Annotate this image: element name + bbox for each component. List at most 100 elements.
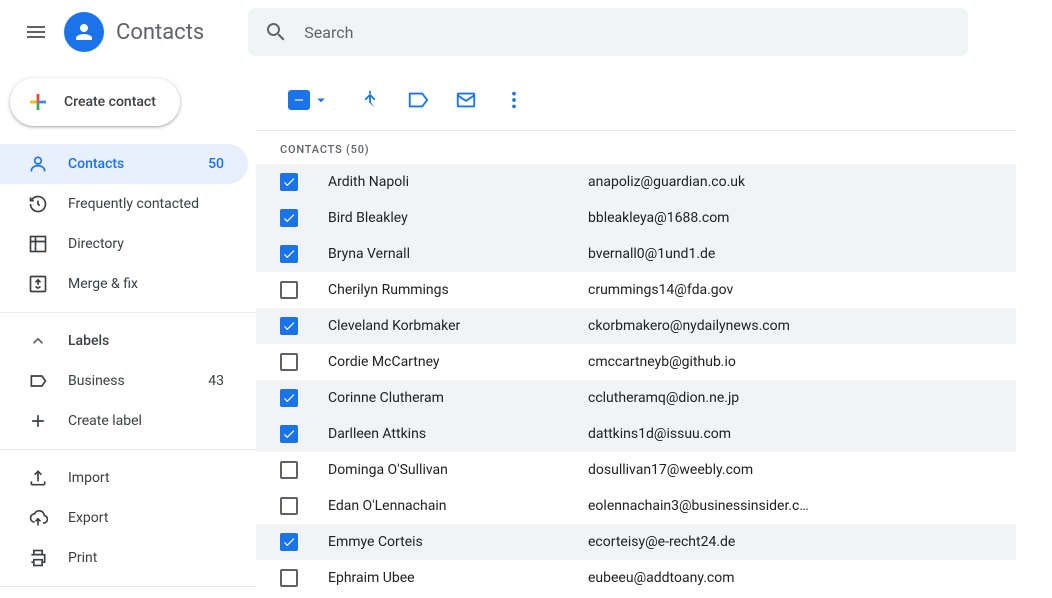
merge-button[interactable]: [350, 80, 390, 120]
contact-name: Bird Bleakley: [328, 210, 588, 226]
person-icon: [72, 20, 96, 44]
sidebar-action-import[interactable]: Import: [0, 458, 248, 498]
contact-checkbox[interactable]: [280, 245, 298, 263]
sidebar-nav-directory[interactable]: Directory: [0, 224, 248, 264]
email-button[interactable]: [446, 80, 486, 120]
contact-row[interactable]: Emmye Corteisecorteisy@e-recht24.de: [256, 524, 1016, 560]
contact-email: anapoliz@guardian.co.uk: [588, 174, 1016, 190]
contact-checkbox[interactable]: [280, 389, 298, 407]
divider: [0, 312, 256, 313]
contact-checkbox[interactable]: [280, 173, 298, 191]
selection-dropdown[interactable]: [288, 90, 330, 110]
contact-row[interactable]: Bird Bleakleybbleakleya@1688.com: [256, 200, 1016, 236]
hamburger-icon: [24, 20, 48, 44]
directory-icon: [26, 234, 50, 254]
export-icon: [26, 508, 50, 528]
plus-icon: [26, 411, 50, 431]
dropdown-arrow-icon: [312, 91, 330, 109]
contact-name: Bryna Vernall: [328, 246, 588, 262]
contact-row[interactable]: Cleveland Korbmakerckorbmakero@nydailyne…: [256, 308, 1016, 344]
contact-email: ecorteisy@e-recht24.de: [588, 534, 1016, 550]
contact-name: Cherilyn Rummings: [328, 282, 588, 298]
sidebar-nav-merge-fix[interactable]: Merge & fix: [0, 264, 248, 304]
label-icon: [26, 371, 50, 391]
contact-row[interactable]: Ephraim Ubeeeubeeu@addtoany.com: [256, 560, 1016, 596]
contact-email: eolennachain3@businessinsider.c…: [588, 498, 1016, 514]
contact-checkbox[interactable]: [280, 281, 298, 299]
contact-checkbox[interactable]: [280, 533, 298, 551]
more-button[interactable]: [494, 80, 534, 120]
contact-name: Darlleen Attkins: [328, 426, 588, 442]
contact-email: bbleakleya@1688.com: [588, 210, 1016, 226]
contact-name: Dominga O'Sullivan: [328, 462, 588, 478]
sidebar-nav-contacts[interactable]: Contacts50: [0, 144, 248, 184]
contact-name: Corinne Clutheram: [328, 390, 588, 406]
contact-checkbox[interactable]: [280, 497, 298, 515]
contact-name: Ephraim Ubee: [328, 570, 588, 586]
contact-email: eubeeu@addtoany.com: [588, 570, 1016, 586]
nav-label: Import: [68, 470, 224, 486]
contact-checkbox[interactable]: [280, 209, 298, 227]
contact-email: cmccartneyb@github.io: [588, 354, 1016, 370]
nav-label: Frequently contacted: [68, 196, 224, 212]
contact-email: bvernall0@1und1.de: [588, 246, 1016, 262]
nav-label: Directory: [68, 236, 224, 252]
contact-row[interactable]: Bryna Vernallbvernall0@1und1.de: [256, 236, 1016, 272]
label-button[interactable]: [398, 80, 438, 120]
contact-row[interactable]: Ardith Napolianapoliz@guardian.co.uk: [256, 164, 1016, 200]
contact-row[interactable]: Cherilyn Rummingscrummings14@fda.gov: [256, 272, 1016, 308]
contact-row[interactable]: Dominga O'Sullivandosullivan17@weebly.co…: [256, 452, 1016, 488]
contact-email: dosullivan17@weebly.com: [588, 462, 1016, 478]
contacts-section-header: CONTACTS (50): [256, 130, 1016, 164]
nav-count: 50: [208, 156, 224, 172]
contact-checkbox[interactable]: [280, 461, 298, 479]
merge-icon: [359, 89, 381, 111]
contact-checkbox[interactable]: [280, 317, 298, 335]
contact-name: Cleveland Korbmaker: [328, 318, 588, 334]
contact-email: dattkins1d@issuu.com: [588, 426, 1016, 442]
indeterminate-icon: [292, 93, 306, 107]
contact-checkbox[interactable]: [280, 353, 298, 371]
search-input[interactable]: [304, 23, 952, 42]
contact-checkbox[interactable]: [280, 425, 298, 443]
label-icon: [407, 89, 429, 111]
nav-label: Print: [68, 550, 224, 566]
divider: [0, 586, 256, 587]
contact-name: Edan O'Lennachain: [328, 498, 588, 514]
nav-label: Merge & fix: [68, 276, 224, 292]
more-vert-icon: [503, 89, 525, 111]
create-contact-button[interactable]: Create contact: [10, 78, 180, 126]
selection-toolbar: [256, 76, 1016, 124]
contact-row[interactable]: Edan O'Lennachaineolennachain3@businessi…: [256, 488, 1016, 524]
contact-row[interactable]: Darlleen Attkinsdattkins1d@issuu.com: [256, 416, 1016, 452]
search-bar[interactable]: [248, 8, 968, 56]
contact-row[interactable]: Corinne Clutheramcclutheramq@dion.ne.jp: [256, 380, 1016, 416]
labels-toggle[interactable]: Labels: [0, 321, 256, 361]
contact-name: Cordie McCartney: [328, 354, 588, 370]
import-icon: [26, 468, 50, 488]
print-icon: [26, 548, 50, 568]
contact-row[interactable]: Cordie McCartneycmccartneyb@github.io: [256, 344, 1016, 380]
app-title: Contacts: [116, 20, 204, 45]
contacts-logo: [64, 12, 104, 52]
nav-label: Export: [68, 510, 224, 526]
search-icon: [264, 20, 288, 44]
create-contact-label: Create contact: [64, 94, 156, 110]
main-content: CONTACTS (50) Ardith Napolianapoliz@guar…: [256, 64, 1052, 598]
person-icon: [26, 154, 50, 174]
contact-email: cclutheramq@dion.ne.jp: [588, 390, 1016, 406]
sidebar-action-print[interactable]: Print: [0, 538, 248, 578]
contact-checkbox[interactable]: [280, 569, 298, 587]
sidebar-label-business[interactable]: Business43: [0, 361, 248, 401]
sidebar-label-create-label[interactable]: Create label: [0, 401, 248, 441]
contact-email: crummings14@fda.gov: [588, 282, 1016, 298]
main-menu-button[interactable]: [12, 8, 60, 56]
nav-label: Create label: [68, 413, 224, 429]
contact-name: Ardith Napoli: [328, 174, 588, 190]
sidebar: Create contact Contacts50 Frequently cont…: [0, 64, 256, 598]
merge-icon: [26, 274, 50, 294]
chevron-up-icon: [28, 331, 48, 351]
sidebar-action-export[interactable]: Export: [0, 498, 248, 538]
nav-label: Business: [68, 373, 208, 389]
sidebar-nav-frequently-contacted[interactable]: Frequently contacted: [0, 184, 248, 224]
